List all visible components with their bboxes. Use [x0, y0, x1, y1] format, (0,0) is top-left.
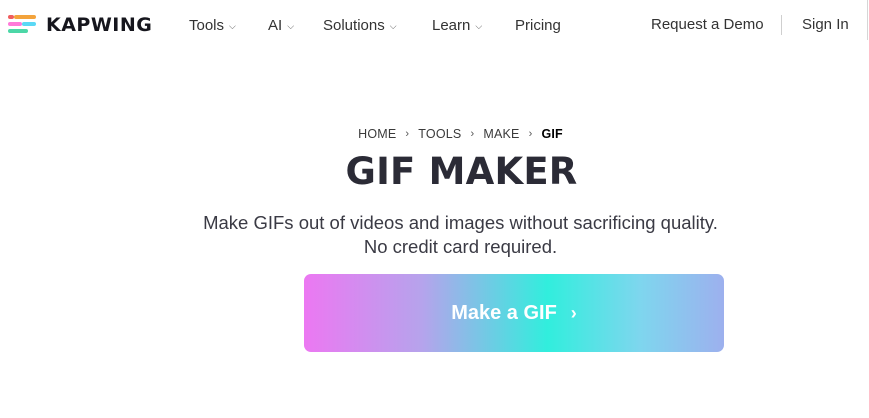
request-demo-link[interactable]: Request a Demo — [651, 16, 764, 33]
nav-item-pricing[interactable]: Pricing — [515, 16, 561, 34]
sign-in-link[interactable]: Sign In — [802, 16, 849, 33]
hero-subtitle: Make GIFs out of videos and images witho… — [0, 211, 869, 259]
chevron-right-icon: › — [528, 128, 533, 140]
edge-divider — [867, 0, 868, 40]
kapwing-logo[interactable]: KAPWING — [8, 13, 152, 37]
breadcrumb-home[interactable]: HOME — [358, 127, 396, 141]
nav-divider — [781, 15, 782, 35]
nav-item-label: AI — [268, 16, 283, 34]
chevron-down-icon: ⌵ — [475, 20, 483, 31]
nav-item-label: Pricing — [515, 16, 561, 34]
breadcrumb-make[interactable]: MAKE — [483, 127, 519, 141]
breadcrumb-tools[interactable]: TOOLS — [418, 127, 461, 141]
logo-text: KAPWING — [46, 14, 153, 36]
chevron-down-icon: ⌵ — [389, 20, 397, 31]
chevron-right-icon: › — [470, 128, 475, 140]
breadcrumb: HOME › TOOLS › MAKE › GIF — [0, 127, 869, 141]
nav-item-label: Learn — [432, 16, 471, 34]
chevron-down-icon: ⌵ — [229, 20, 236, 31]
kapwing-logo-icon — [8, 15, 38, 35]
nav-item-ai[interactable]: AI ⌵ — [268, 16, 294, 34]
top-nav: KAPWING Tools ⌵ AI ⌵ Solutions ⌵ Learn ⌵… — [0, 0, 869, 50]
cta-label: Make a GIF — [451, 301, 557, 324]
make-gif-button[interactable]: Make a GIF › — [304, 274, 724, 352]
subtitle-line-2: No credit card required. — [363, 236, 558, 257]
page-title: GIF MAKER — [345, 150, 578, 193]
nav-item-solutions[interactable]: Solutions ⌵ — [323, 16, 397, 34]
subtitle-line-1: Make GIFs out of videos and images witho… — [203, 212, 718, 233]
nav-item-label: Tools — [189, 16, 225, 34]
nav-item-learn[interactable]: Learn ⌵ — [432, 16, 482, 34]
chevron-down-icon: ⌵ — [287, 20, 295, 31]
chevron-right-icon: › — [405, 128, 410, 140]
chevron-right-icon: › — [570, 302, 577, 323]
breadcrumb-current: GIF — [541, 127, 563, 141]
nav-item-tools[interactable]: Tools ⌵ — [189, 16, 236, 34]
nav-item-label: Solutions — [323, 16, 385, 34]
